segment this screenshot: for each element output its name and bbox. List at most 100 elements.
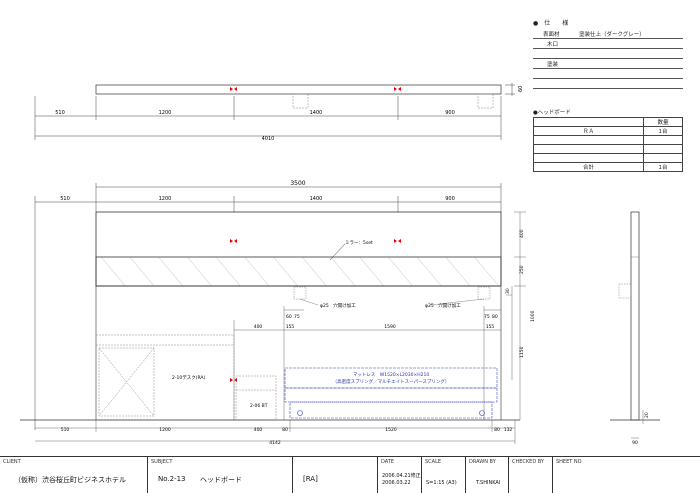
dim-400: 400: [254, 324, 263, 330]
bottom-dim-3: 400: [254, 427, 263, 433]
bedside-table-outline: [235, 375, 277, 421]
hole-dim-r2: 80: [492, 314, 498, 320]
subject-cell: SUBJECT No.2-13 ヘッドボード: [147, 457, 292, 493]
plan-view: 510 1200 1400 900 4010 60: [34, 83, 524, 142]
table-row: [533, 153, 683, 163]
item-name: [533, 153, 644, 163]
plan-dim-3: 1400: [310, 110, 323, 116]
plan-dim-1: 510: [55, 110, 65, 116]
bottom-dim-4: 80: [282, 427, 288, 433]
sheet-cell: SHEET NO: [552, 457, 596, 493]
headboard-title: ●ヘッドボード: [533, 110, 571, 116]
item-qty: [643, 144, 683, 154]
title-block: CLIENT （仮称）渋谷桜丘町ビジネスホテル SUBJECT No.2-13 …: [0, 456, 700, 493]
hole-dim-l1: 60: [286, 314, 292, 320]
spec-row: [533, 79, 683, 89]
item-name: [533, 135, 644, 145]
item-name: ＲＡ: [533, 126, 644, 136]
elev-dim-4: 900: [445, 196, 455, 202]
subject-no: No.2-13: [158, 475, 186, 483]
checked-cell: CHECKED BY: [508, 457, 552, 493]
bt-label: 2-06 BT: [250, 403, 268, 409]
subject-label: SUBJECT: [151, 459, 173, 465]
right-dim-400: 400: [519, 229, 525, 238]
hole-label-left: φ25 穴開け加工: [320, 302, 356, 309]
drawn-value: T.SHINKAI: [476, 480, 501, 486]
spec-row: 木口: [533, 39, 683, 49]
hole-dim-r1: 75: [484, 314, 490, 320]
table-row: ＲＡ 1台: [533, 126, 683, 136]
date-value: 2006.03.22: [382, 480, 411, 486]
spec-row: 表面材 塗装仕上（ダークグレー）: [533, 29, 683, 39]
quantity-table: 数量 ＲＡ 1台 合計 1台: [533, 117, 683, 172]
spec-label: 表面材: [543, 32, 560, 38]
plan-total: 4010: [262, 136, 275, 142]
spec-row: [533, 49, 683, 59]
elevation-view: 3500 510 1200 1400 900 ミラー：5set φ25 穴開け加…: [20, 180, 536, 446]
item-qty: [643, 135, 683, 145]
type-value: [RA]: [303, 475, 318, 483]
elev-dim-1: 510: [60, 196, 70, 202]
side-dim-90: 90: [632, 440, 638, 446]
type-cell: [RA]: [292, 457, 377, 493]
plan-red-marks: [230, 87, 401, 91]
plan-depth: 60: [518, 86, 524, 92]
side-dim-20: 20: [644, 412, 650, 418]
date-revised: 2006.04.21修正: [382, 473, 421, 479]
right-dim-30: 30: [505, 288, 511, 294]
bottom-total: 4142: [269, 440, 281, 446]
desk-label: 2-10デスク(RA): [172, 374, 205, 381]
dim-155-left: 155: [286, 324, 295, 330]
hole-label-right: φ25 穴開け加工: [425, 302, 461, 309]
qty-header: 数量: [643, 117, 683, 127]
client-cell: CLIENT （仮称）渋谷桜丘町ビジネスホテル: [0, 457, 147, 493]
table-row: [533, 144, 683, 154]
bottom-dim-7: 132: [504, 427, 513, 433]
dim-1590: 1590: [384, 324, 396, 330]
right-dim-250: 250: [519, 265, 525, 274]
table-row: [533, 135, 683, 145]
table-total-row: 合計 1台: [533, 162, 683, 172]
item-qty: [643, 153, 683, 163]
spec-label: 木口: [547, 42, 559, 48]
total-qty: 1台: [643, 162, 683, 172]
headboard-table: ●ヘッドボード 数量 ＲＡ 1台 合計 1台: [533, 108, 683, 172]
bottom-dim-6: 80: [494, 427, 500, 433]
scale-value: S=1:15 (A3): [426, 480, 457, 486]
table-header-row: 数量: [533, 117, 683, 127]
subject-value: ヘッドボード: [200, 476, 242, 484]
total-label: 合計: [533, 162, 644, 172]
spec-row: [533, 69, 683, 79]
scale-label: SCALE: [425, 459, 442, 465]
desk-outline: [95, 334, 235, 421]
elev-total: 3500: [290, 180, 305, 187]
item-name: [533, 144, 644, 154]
elev-dim-2: 1200: [159, 196, 172, 202]
mattress-line2: （高密度スプリング／マルチエイトスーパースプリング）: [333, 378, 450, 385]
spec-row: 塗装: [533, 59, 683, 69]
spec-title: ● 仕 様: [533, 20, 569, 27]
plan-dim-4: 900: [445, 110, 455, 116]
bottom-dim-2: 1200: [159, 427, 171, 433]
spec-label: 塗装: [547, 62, 559, 68]
mattress-line1: マットレス W1520×L2030×H210: [353, 372, 430, 378]
date-label: DATE: [381, 459, 395, 465]
client-label: CLIENT: [3, 459, 21, 465]
right-dim-1000: 1000: [530, 310, 536, 322]
drawn-cell: DRAWN BY T.SHINKAI: [465, 457, 508, 493]
hole-dim-l2: 75: [294, 314, 300, 320]
dim-155-right: 155: [486, 324, 495, 330]
elev-dim-3: 1400: [310, 196, 323, 202]
bottom-dim-1: 510: [61, 427, 70, 433]
client-value: （仮称）渋谷桜丘町ビジネスホテル: [14, 476, 126, 484]
scale-cell: SCALE S=1:15 (A3): [421, 457, 465, 493]
item-qty: 1台: [643, 126, 683, 136]
side-view: 20 90: [610, 211, 660, 446]
date-cell: DATE 2006.04.21修正 2006.03.22: [377, 457, 421, 493]
spec-block: ● 仕 様 表面材 塗装仕上（ダークグレー） 木口 塗装: [533, 18, 683, 89]
drawn-label: DRAWN BY: [469, 459, 496, 465]
sheet-label: SHEET NO: [556, 459, 582, 465]
plan-dim-2: 1200: [159, 110, 172, 116]
spec-value: 塗装仕上（ダークグレー）: [579, 32, 645, 38]
right-dim-1150: 1150: [519, 346, 525, 358]
